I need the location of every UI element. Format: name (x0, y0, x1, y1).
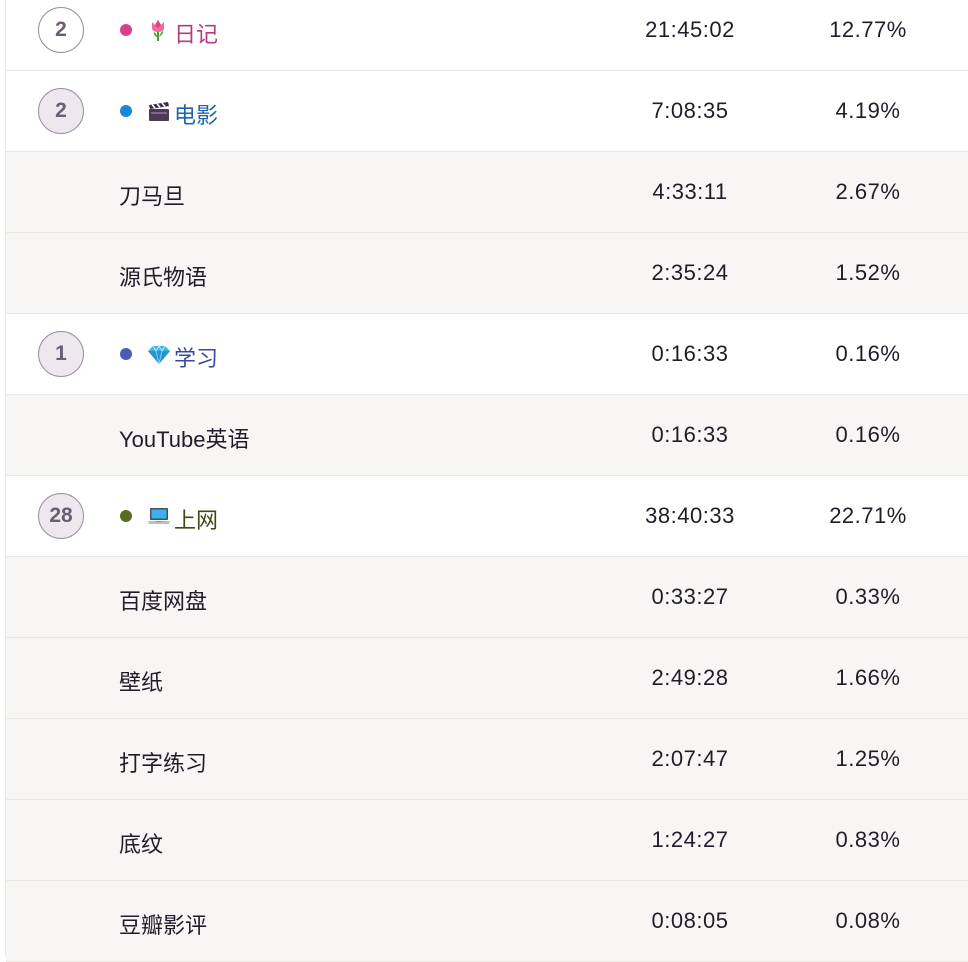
duration-value: 2:49:28 (651, 665, 729, 690)
item-row[interactable]: 百度网盘 0:33:27 0.33% (6, 557, 968, 638)
item-row[interactable]: 底纹 1:24:27 0.83% (6, 800, 968, 881)
gem-icon (147, 342, 171, 366)
duration-value: 0:16:33 (651, 422, 729, 447)
time-stats-table: 2 日记 21:45:02 12.77% 2 电影 7:08:35 4.19% 刀马旦 4:33:… (5, 0, 968, 962)
percent-value: 0.16% (835, 422, 901, 447)
item-row[interactable]: 豆瓣影评 0:08:05 0.08% (6, 881, 968, 962)
category-row[interactable]: 28 上网 38:40:33 22.71% (6, 476, 968, 557)
duration-value: 0:16:33 (651, 341, 729, 366)
item-row[interactable]: 刀马旦 4:33:11 2.67% (6, 152, 968, 233)
item-name[interactable]: 壁纸 (119, 665, 163, 697)
item-row[interactable]: 打字练习 2:07:47 1.25% (6, 719, 968, 800)
count-badge[interactable]: 2 (38, 7, 84, 53)
percent-value: 4.19% (835, 98, 901, 123)
category-name[interactable]: 电影 (174, 98, 218, 130)
laptop-icon (147, 504, 171, 528)
item-name[interactable]: 打字练习 (119, 746, 207, 778)
category-color-dot (120, 24, 132, 36)
percent-value: 0.08% (835, 908, 901, 933)
duration-value: 38:40:33 (645, 503, 735, 528)
tulip-icon (147, 18, 171, 42)
percent-value: 12.77% (829, 17, 907, 42)
duration-value: 4:33:11 (652, 179, 728, 204)
category-color-dot (120, 105, 132, 117)
percent-value: 0.83% (835, 827, 901, 852)
item-name[interactable]: YouTube英语 (119, 422, 249, 454)
duration-value: 2:35:24 (651, 260, 729, 285)
category-color-dot (120, 510, 132, 522)
category-name[interactable]: 学习 (174, 341, 218, 373)
item-name[interactable]: 百度网盘 (119, 584, 207, 616)
item-row[interactable]: 源氏物语 2:35:24 1.52% (6, 233, 968, 314)
percent-value: 22.71% (829, 503, 907, 528)
item-name[interactable]: 源氏物语 (119, 260, 207, 292)
count-badge[interactable]: 28 (38, 493, 84, 539)
clapper-board-icon (147, 99, 171, 123)
percent-value: 1.52% (835, 260, 901, 285)
percent-value: 1.25% (835, 746, 901, 771)
count-badge[interactable]: 1 (38, 331, 84, 377)
duration-value: 21:45:02 (645, 17, 735, 42)
item-name[interactable]: 豆瓣影评 (119, 908, 207, 940)
count-badge[interactable]: 2 (38, 88, 84, 134)
category-color-dot (120, 348, 132, 360)
item-row[interactable]: 壁纸 2:49:28 1.66% (6, 638, 968, 719)
item-name[interactable]: 底纹 (119, 827, 163, 859)
category-name[interactable]: 日记 (174, 17, 218, 49)
category-row[interactable]: 2 电影 7:08:35 4.19% (6, 71, 968, 152)
duration-value: 2:07:47 (651, 746, 729, 771)
percent-value: 0.16% (835, 341, 901, 366)
duration-value: 1:24:27 (651, 827, 729, 852)
category-name[interactable]: 上网 (174, 503, 218, 535)
duration-value: 0:33:27 (651, 584, 729, 609)
category-row[interactable]: 2 日记 21:45:02 12.77% (6, 0, 968, 71)
duration-value: 7:08:35 (651, 98, 729, 123)
category-row[interactable]: 1 学习 0:16:33 0.16% (6, 314, 968, 395)
percent-value: 1.66% (835, 665, 901, 690)
item-row[interactable]: YouTube英语 0:16:33 0.16% (6, 395, 968, 476)
duration-value: 0:08:05 (651, 908, 729, 933)
percent-value: 2.67% (835, 179, 901, 204)
percent-value: 0.33% (835, 584, 901, 609)
item-name[interactable]: 刀马旦 (119, 179, 185, 211)
